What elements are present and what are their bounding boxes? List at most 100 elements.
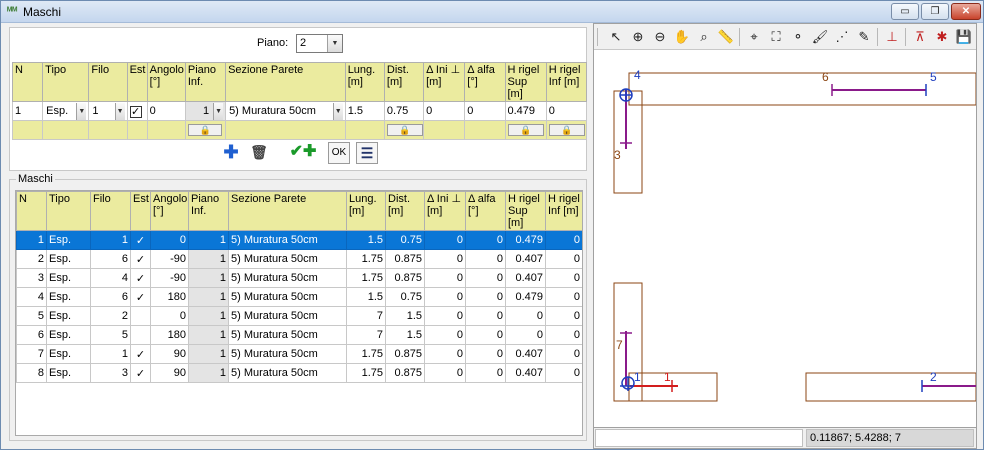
- table-row[interactable]: 7 Esp. 1 ✓ 90 1 5) Muratura 50cm 1.75 0.875 0 0 0.4…: [16, 344, 582, 364]
- cell-dist: 0.875: [385, 249, 425, 269]
- snap-icon[interactable]: ⚬: [788, 27, 808, 47]
- chevron-down-icon: ▼: [332, 102, 343, 120]
- zoom-out-icon[interactable]: ⊖: [650, 27, 670, 47]
- measure-icon[interactable]: 📏: [716, 27, 736, 47]
- cell-n: 5: [16, 306, 47, 326]
- zoom-extents-icon[interactable]: ⛶: [766, 27, 786, 47]
- table-row[interactable]: 6 Esp. 5 180 1 5) Muratura 50cm 7 1.5 0 0 0 0: [16, 325, 582, 345]
- col-h-inf[interactable]: H rigel Inf [m]: [545, 191, 582, 231]
- pin-down-icon[interactable]: ⊥: [882, 27, 902, 47]
- checkbox-check: ✓: [129, 106, 142, 118]
- zoom-in-icon[interactable]: ⊕: [628, 27, 648, 47]
- lock-icon[interactable]: 🔒: [188, 124, 223, 136]
- plan-viewer: ↖ ⊕ ⊖ ✋ ⌕ 📏 ⌖ ⛶ ⚬ 🖌 ⋰ ✎ ⊥ ⊼ ✱ 💾 4 6 5 3 …: [593, 23, 977, 449]
- cell-lung: 1.75: [346, 249, 386, 269]
- lock-icon[interactable]: 🔒: [507, 124, 544, 136]
- cell-n: 3: [16, 268, 47, 288]
- cell-d-alfa: 0: [465, 306, 506, 326]
- col-lung: Lung. [m]: [344, 62, 385, 102]
- pointer-icon[interactable]: ↖: [606, 27, 626, 47]
- save-icon[interactable]: 💾: [954, 27, 974, 47]
- cell-d-ini: 0: [424, 363, 466, 383]
- close-button[interactable]: ✕: [951, 3, 981, 20]
- list-grid: N Tipo Filo Est Angolo [°] Piano Inf. Se…: [16, 191, 582, 383]
- cell-angolo: 0: [150, 230, 189, 250]
- pan-hand-icon[interactable]: ✋: [672, 27, 692, 47]
- table-row[interactable]: 1 Esp. 1 ✓ 0 1 5) Muratura 50cm 1.5 0.75 0 0 0.479 0: [16, 230, 582, 250]
- cell-tipo: Esp.: [46, 287, 91, 307]
- col-piano-inf[interactable]: Piano Inf.: [188, 191, 229, 231]
- h-sup-input[interactable]: 0.479: [504, 101, 547, 121]
- n-field[interactable]: 1: [11, 101, 44, 121]
- pin-star-icon[interactable]: ✱: [932, 27, 952, 47]
- cell-sezione: 5) Muratura 50cm: [228, 363, 347, 383]
- title-bar: ᴹᴹ Maschi ▭ ❐ ✕: [1, 1, 983, 23]
- col-dist: Dist. [m]: [383, 62, 425, 102]
- add-button[interactable]: ✚: [220, 142, 242, 164]
- maschi-group: Maschi N Tipo Filo Est Angolo [°] Piano …: [9, 173, 587, 441]
- col-filo[interactable]: Filo: [90, 191, 131, 231]
- tipo-select[interactable]: Esp. ▼: [42, 101, 90, 121]
- filo-select[interactable]: 1 ▼: [88, 101, 128, 121]
- h-inf-input[interactable]: 0: [545, 101, 588, 121]
- node-label: 7: [616, 338, 623, 352]
- table-row[interactable]: 2 Esp. 6 ✓ -90 1 5) Muratura 50cm 1.75 0.875 0 0 0.…: [16, 249, 582, 269]
- table-row[interactable]: 8 Esp. 3 ✓ 90 1 5) Muratura 50cm 1.75 0.875 0 0 0.4…: [16, 363, 582, 383]
- col-d-alfa[interactable]: Δ alfa [°]: [465, 191, 506, 231]
- col-n[interactable]: N: [16, 191, 47, 231]
- col-est[interactable]: Est: [130, 191, 151, 231]
- cell-sezione: 5) Muratura 50cm: [228, 325, 347, 345]
- table-row[interactable]: 3 Esp. 4 ✓ -90 1 5) Muratura 50cm 1.75 0.875 0 0 0.…: [16, 268, 582, 288]
- node-label: 1: [634, 370, 641, 384]
- col-n: N: [11, 62, 44, 102]
- lock-icon[interactable]: 🔒: [548, 124, 585, 136]
- paint-icon[interactable]: 🖌: [810, 27, 830, 47]
- dist-input[interactable]: 0.75: [383, 101, 425, 121]
- delete-button[interactable]: 🗑: [248, 142, 270, 164]
- ok-button[interactable]: OK: [328, 142, 350, 164]
- plan-canvas[interactable]: 4 6 5 3 7 1 1 2: [594, 51, 976, 426]
- cell-h-sup: 0.407: [505, 249, 546, 269]
- maximize-button[interactable]: ❐: [921, 3, 949, 20]
- col-angolo[interactable]: Angolo [°]: [150, 191, 189, 231]
- pattern-icon[interactable]: ⋰: [832, 27, 852, 47]
- toolbar-separator: [739, 28, 740, 46]
- pin-filter-icon[interactable]: ⊼: [910, 27, 930, 47]
- sezione-select[interactable]: 5) Muratura 50cm ▼: [225, 101, 346, 121]
- d-alfa-input[interactable]: 0: [464, 101, 506, 121]
- table-row[interactable]: 4 Esp. 6 ✓ 180 1 5) Muratura 50cm 1.5 0.75 0 0 0.47…: [16, 287, 582, 307]
- minimize-button[interactable]: ▭: [891, 3, 919, 20]
- col-h-inf: H rigel Inf [m]: [545, 62, 588, 102]
- col-lung[interactable]: Lung. [m]: [346, 191, 386, 231]
- table-row[interactable]: 5 Esp. 2 0 1 5) Muratura 50cm 7 1.5 0 0 0 0: [16, 306, 582, 326]
- col-tipo[interactable]: Tipo: [46, 191, 91, 231]
- plan-svg: 4 6 5 3 7 1 1 2: [613, 68, 976, 402]
- crosshair-icon[interactable]: ⌖: [744, 27, 764, 47]
- angolo-input[interactable]: 0: [146, 101, 186, 121]
- cell-n: 6: [16, 325, 47, 345]
- piano-select[interactable]: 2 ▼: [296, 34, 343, 53]
- cell-sezione: 5) Muratura 50cm: [228, 268, 347, 288]
- col-sezione[interactable]: Sezione Parete: [228, 191, 347, 231]
- col-h-sup[interactable]: H rigel Sup [m]: [505, 191, 546, 231]
- edit-grid: N Tipo Filo Est Angolo [°] Piano Inf. Se…: [11, 62, 588, 140]
- list-button[interactable]: ☰: [356, 142, 378, 164]
- confirm-add-button[interactable]: ✔✚: [280, 142, 326, 164]
- est-checkbox[interactable]: ✓: [126, 101, 148, 121]
- eraser-icon[interactable]: ✎: [854, 27, 874, 47]
- cell-h-inf: 0: [545, 344, 582, 364]
- cell-lung: 7: [346, 306, 386, 326]
- cell-h-inf: 0: [545, 287, 582, 307]
- col-dist[interactable]: Dist. [m]: [385, 191, 425, 231]
- d-ini-input[interactable]: 0: [423, 101, 466, 121]
- lung-input[interactable]: 1.5: [344, 101, 385, 121]
- zoom-window-icon[interactable]: ⌕: [694, 27, 714, 47]
- cell-angolo: 180: [150, 287, 189, 307]
- cell-d-alfa: 0: [465, 344, 506, 364]
- cell-angolo: -90: [150, 249, 189, 269]
- lock-icon[interactable]: 🔒: [386, 124, 423, 136]
- cell-h-sup: 0.407: [505, 344, 546, 364]
- col-d-ini[interactable]: Δ Ini ⊥ [m]: [424, 191, 466, 231]
- maschi-list[interactable]: N Tipo Filo Est Angolo [°] Piano Inf. Se…: [15, 190, 583, 436]
- piano-inf-select[interactable]: 1 ▼: [184, 101, 227, 121]
